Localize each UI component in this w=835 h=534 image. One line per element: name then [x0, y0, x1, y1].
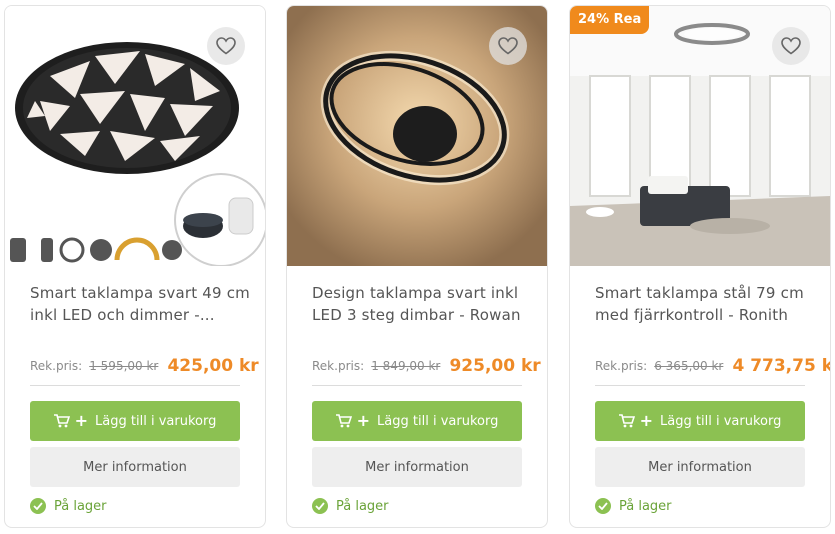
add-to-cart-button[interactable]: + Lägg till i varukorg — [30, 401, 240, 441]
rek-price-label: Rek.pris: — [30, 359, 83, 373]
add-to-cart-button[interactable]: + Lägg till i varukorg — [595, 401, 805, 441]
wishlist-button[interactable] — [772, 27, 810, 65]
heart-icon — [216, 37, 236, 55]
cart-icon — [53, 414, 70, 428]
check-circle-icon — [595, 498, 611, 514]
more-info-button[interactable]: Mer information — [30, 447, 240, 487]
sale-badge: 24% Rea — [570, 6, 650, 34]
check-circle-icon — [312, 498, 328, 514]
stock-label: På lager — [54, 498, 107, 514]
heart-icon — [781, 37, 801, 55]
add-to-cart-label: Lägg till i varukorg — [660, 413, 782, 429]
add-to-cart-button[interactable]: + Lägg till i varukorg — [312, 401, 522, 441]
product-title[interactable]: Smart taklampa stål 79 cm med fjärrkontr… — [595, 282, 815, 326]
stock-status: På lager — [312, 498, 389, 514]
add-to-cart-label: Lägg till i varukorg — [377, 413, 499, 429]
divider — [595, 385, 805, 386]
price-row: Rek.pris: 1 595,00 kr 425,00 kr — [30, 355, 259, 376]
price-row: Rek.pris: 1 849,00 kr 925,00 kr — [312, 355, 541, 376]
cart-icon — [335, 414, 352, 428]
stock-label: På lager — [336, 498, 389, 514]
sale-price: 925,00 kr — [449, 356, 541, 376]
product-card: Design taklampa svart inkl LED 3 steg di… — [286, 5, 548, 528]
add-to-cart-label: Lägg till i varukorg — [95, 413, 217, 429]
more-info-button[interactable]: Mer information — [312, 447, 522, 487]
plus-icon: + — [356, 411, 371, 430]
product-card: 24% Rea Smart taklampa stål 79 cm med fj… — [569, 5, 831, 528]
stock-status: På lager — [30, 498, 107, 514]
sale-price: 425,00 kr — [167, 356, 259, 376]
rek-price: 1 849,00 kr — [371, 359, 441, 373]
plus-icon: + — [74, 411, 89, 430]
more-info-button[interactable]: Mer information — [595, 447, 805, 487]
heart-icon — [498, 37, 518, 55]
rek-price-label: Rek.pris: — [312, 359, 365, 373]
wishlist-button[interactable] — [489, 27, 527, 65]
cart-icon — [618, 414, 635, 428]
sale-price: 4 773,75 kr — [732, 356, 831, 376]
rek-price: 6 365,00 kr — [654, 359, 724, 373]
divider — [312, 385, 522, 386]
rek-price: 1 595,00 kr — [89, 359, 159, 373]
stock-label: På lager — [619, 498, 672, 514]
product-title[interactable]: Smart taklampa svart 49 cm inkl LED och … — [30, 282, 250, 326]
wishlist-button[interactable] — [207, 27, 245, 65]
plus-icon: + — [639, 411, 654, 430]
divider — [30, 385, 240, 386]
price-row: Rek.pris: 6 365,00 kr 4 773,75 kr — [595, 355, 830, 376]
check-circle-icon — [30, 498, 46, 514]
stock-status: På lager — [595, 498, 672, 514]
product-card: Smart taklampa svart 49 cm inkl LED och … — [4, 5, 266, 528]
product-title[interactable]: Design taklampa svart inkl LED 3 steg di… — [312, 282, 532, 326]
rek-price-label: Rek.pris: — [595, 359, 648, 373]
